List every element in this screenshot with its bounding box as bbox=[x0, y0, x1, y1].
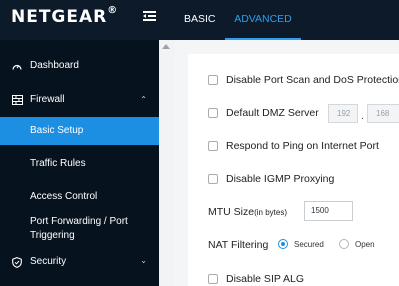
dmz-ip-octet-1[interactable]: 192 bbox=[328, 104, 358, 123]
disable-port-scan-checkbox[interactable] bbox=[208, 75, 218, 85]
disable-sip-label: Disable SIP ALG bbox=[226, 273, 305, 285]
sidebar-item-label: Port Forwarding / Port bbox=[30, 216, 128, 227]
chevron-up-icon: ⌃ bbox=[140, 95, 147, 104]
menu-toggle-icon[interactable] bbox=[143, 10, 156, 23]
mtu-size-input[interactable]: 1500 bbox=[304, 201, 353, 221]
sidebar-item-label-line2: Triggering bbox=[30, 230, 75, 241]
sidebar-item-label: Firewall bbox=[30, 94, 65, 105]
main-content: Disable Port Scan and DoS Protection Def… bbox=[174, 40, 399, 286]
sidebar-item-firewall[interactable]: Firewall ⌃ bbox=[0, 85, 159, 113]
sidebar-item-label: Dashboard bbox=[30, 60, 79, 71]
default-dmz-label: Default DMZ Server bbox=[226, 107, 319, 119]
brand-text: NETGEAR bbox=[11, 7, 108, 27]
sidebar-item-dashboard[interactable]: Dashboard bbox=[0, 52, 159, 80]
dmz-ip-octet-2[interactable]: 168 bbox=[367, 104, 399, 123]
nat-open-label: Open bbox=[355, 240, 375, 249]
sidebar-item-label: Basic Setup bbox=[30, 125, 84, 136]
disable-igmp-checkbox[interactable] bbox=[208, 174, 218, 184]
respond-ping-label: Respond to Ping on Internet Port bbox=[226, 140, 379, 152]
disable-sip-checkbox[interactable] bbox=[208, 274, 218, 284]
sidebar: Dashboard Firewall ⌃ Basic Setup Traffic… bbox=[0, 40, 159, 286]
nat-secured-label: Secured bbox=[294, 240, 324, 249]
respond-ping-checkbox[interactable] bbox=[208, 141, 218, 151]
nat-open-radio[interactable] bbox=[339, 239, 349, 249]
shield-icon bbox=[12, 257, 22, 268]
netgear-logo[interactable]: NETGEAR® bbox=[11, 5, 118, 27]
top-bar: NETGEAR® BASIC ADVANCED bbox=[0, 0, 399, 40]
tab-basic[interactable]: BASIC bbox=[184, 0, 216, 40]
nat-secured-radio[interactable] bbox=[278, 239, 288, 249]
disable-port-scan-label: Disable Port Scan and DoS Protection bbox=[226, 74, 399, 86]
sidebar-item-access-control[interactable]: Access Control bbox=[0, 183, 159, 211]
settings-panel: Disable Port Scan and DoS Protection Def… bbox=[188, 54, 399, 286]
gauge-icon bbox=[12, 64, 22, 70]
sidebar-item-label: Access Control bbox=[30, 191, 98, 202]
registered-mark: ® bbox=[107, 5, 118, 17]
tab-advanced[interactable]: ADVANCED bbox=[225, 0, 301, 40]
sidebar-item-port-forwarding[interactable]: Port Forwarding / Port Triggering bbox=[0, 212, 159, 246]
firewall-icon bbox=[12, 95, 23, 105]
scroll-up-icon[interactable] bbox=[162, 44, 170, 49]
nat-filtering-label: NAT Filtering bbox=[208, 239, 269, 251]
ip-separator: . bbox=[361, 111, 364, 122]
default-dmz-checkbox[interactable] bbox=[208, 108, 218, 118]
scroll-gutter[interactable] bbox=[159, 40, 174, 286]
sidebar-item-basic-setup[interactable]: Basic Setup bbox=[0, 117, 159, 145]
sidebar-item-traffic-rules[interactable]: Traffic Rules bbox=[0, 150, 159, 178]
chevron-down-icon: ⌄ bbox=[140, 256, 147, 265]
mtu-size-label: MTU Size(in bytes) bbox=[208, 206, 287, 218]
sidebar-item-label: Security bbox=[30, 256, 67, 267]
mtu-unit: (in bytes) bbox=[254, 208, 287, 217]
sidebar-item-label: Traffic Rules bbox=[30, 158, 86, 169]
sidebar-item-security[interactable]: Security ⌄ bbox=[0, 248, 159, 276]
disable-igmp-label: Disable IGMP Proxying bbox=[226, 173, 335, 185]
